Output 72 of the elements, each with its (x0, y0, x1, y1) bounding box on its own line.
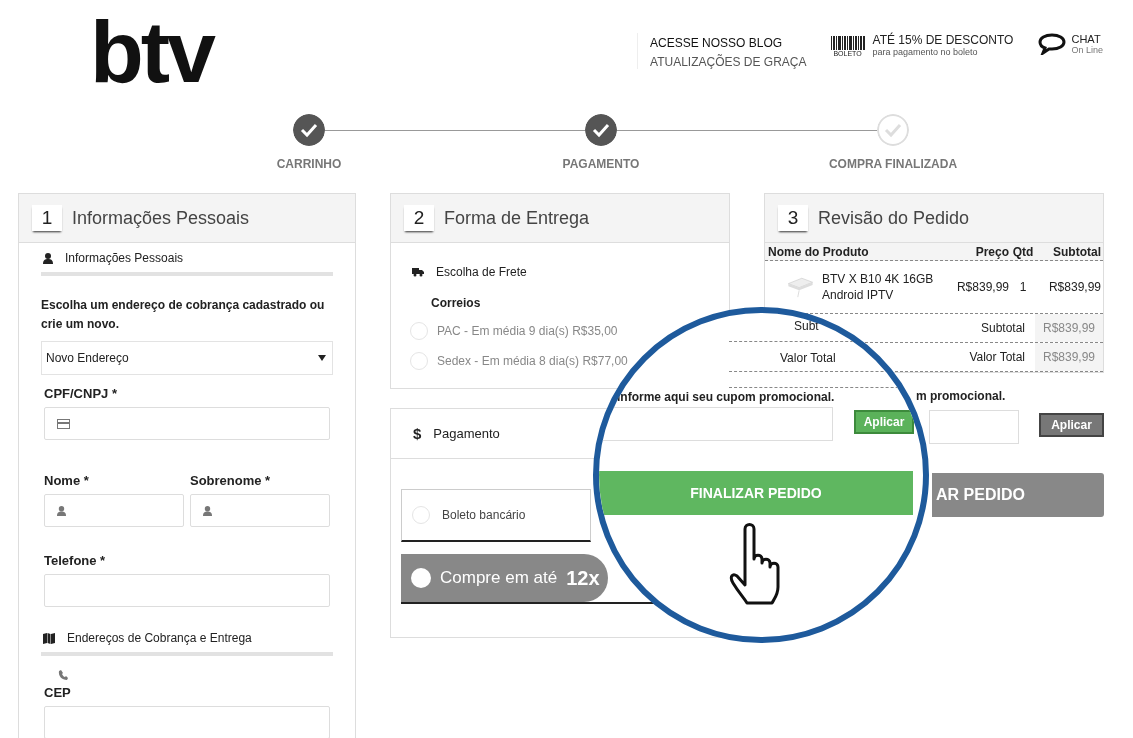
field-label: Sobrenome * (190, 473, 272, 488)
field-label: CEP (44, 685, 72, 700)
table-cell-text: R$839,99 (1047, 280, 1102, 294)
total-value: R$839,99 (1035, 314, 1103, 342)
address-prompt: Escolha um endereço de cobrança cadastrado ou crie um novo. (41, 297, 326, 333)
table-cell-text: 1 (1018, 280, 1028, 294)
blog-subtitle: ATUALIZAÇÕES DE GRAÇA (650, 55, 807, 69)
dropdown-caret-icon (318, 355, 326, 361)
map-icon (43, 632, 55, 644)
section-title: Endereços de Cobrança e Entrega (67, 631, 252, 645)
step-label: COMPRA FINALIZADA (828, 157, 958, 171)
shipping-option[interactable]: PAC - Em média 9 dia(s) R$35,00 (437, 324, 618, 338)
card-icon (57, 418, 70, 429)
step-number: 1 (32, 205, 62, 231)
truck-icon (412, 267, 424, 277)
table-cell: Subt (794, 319, 819, 333)
banner-text: Compre em até (440, 568, 558, 588)
dollar-icon: $ (413, 425, 422, 442)
table-cell: Valor Total (780, 351, 836, 365)
logo[interactable]: btv (90, 8, 213, 108)
phone-icon (58, 670, 68, 680)
coupon-label: Informe aqui seu cupom promocional. (617, 390, 835, 404)
card-title: Informações Pessoais (72, 207, 250, 229)
chat-icon[interactable] (1037, 33, 1068, 55)
chat-status: On Line (1071, 45, 1103, 55)
card-title: Forma de Entrega (444, 207, 590, 229)
address-select[interactable]: Novo Endereço (41, 341, 333, 375)
field-label: Nome * (44, 473, 90, 488)
total-value: R$839,99 (1035, 343, 1103, 371)
name-field[interactable] (44, 494, 184, 527)
finish-order-button[interactable]: AR PEDIDO (932, 473, 1104, 517)
field-label: Telefone * (44, 553, 107, 568)
finish-order-button[interactable]: FINALIZAR PEDIDO (599, 471, 913, 515)
step-label: CARRINHO (276, 157, 342, 171)
step-number: 3 (778, 205, 808, 231)
payment-option[interactable]: Boleto bancário (401, 489, 591, 542)
section-title: Escolha de Frete (436, 265, 527, 279)
discount-title: ATÉ 15% DE DESCONTO (872, 33, 1014, 47)
blog-link[interactable]: ACESSE NOSSO BLOG (650, 36, 807, 50)
total-label: Valor Total (969, 350, 1026, 364)
cpf-field[interactable] (44, 407, 330, 440)
carrier-name: Correios (431, 296, 482, 310)
column-header: Subtotal (1052, 244, 1102, 259)
section-title: Informações Pessoais (65, 251, 184, 265)
cep-field[interactable] (44, 706, 330, 738)
user-icon (203, 505, 212, 516)
coupon-field[interactable] (929, 410, 1019, 444)
banner-highlight: 12x (566, 566, 600, 590)
discount-subtitle: para pagamento no boleto (872, 47, 979, 57)
user-icon (57, 505, 66, 516)
table-cell-text: R$839,99 (955, 280, 1009, 294)
apply-button[interactable]: Aplicar (854, 410, 914, 434)
phone-field[interactable] (44, 574, 330, 607)
column-header: Nome do Produto (767, 244, 870, 259)
installments-banner[interactable]: Compre em até 12x (401, 554, 608, 602)
card-title: Revisão do Pedido (818, 207, 970, 229)
card-title: Pagamento (433, 426, 500, 441)
surname-field[interactable] (190, 494, 330, 527)
step-number: 2 (404, 205, 434, 231)
product-name: BTV X B10 4K 16GB Android IPTV (821, 271, 935, 303)
barcode-icon (830, 36, 865, 50)
field-label: CPF/CNPJ * (44, 386, 118, 401)
shipping-option[interactable]: Sedex - Em média 8 dia(s) R$77,00 (437, 354, 628, 368)
user-icon (43, 252, 53, 264)
column-header: Preço (974, 244, 1009, 259)
radio-button[interactable] (411, 568, 431, 588)
column-header: Qtd (1011, 244, 1035, 259)
step-label: PAGAMENTO (562, 157, 640, 171)
total-label: Subtotal (980, 321, 1026, 335)
coupon-label: m promocional. (916, 389, 1007, 403)
chat-title[interactable]: CHAT (1071, 33, 1103, 45)
apply-button[interactable]: Aplicar (1039, 413, 1104, 437)
